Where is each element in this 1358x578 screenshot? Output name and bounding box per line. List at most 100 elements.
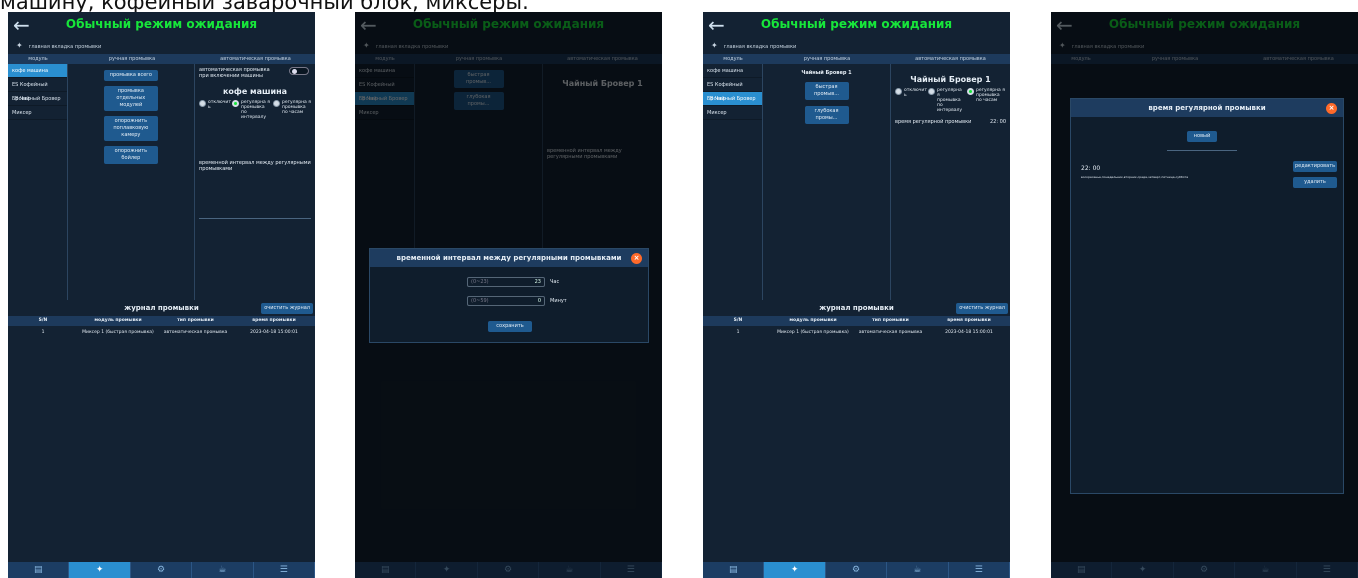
module-item[interactable]: ES Кофейный Бровер (703, 78, 762, 102)
interval-label[interactable]: временной интервал между регулярными про… (199, 160, 311, 172)
clear-journal-button[interactable]: очистить журнал (261, 303, 313, 314)
radio-off[interactable]: отключит ь (895, 88, 927, 113)
hours-input[interactable]: (0~23) 23 (467, 277, 545, 287)
nav-rinse-icon[interactable]: ✦ (416, 562, 478, 578)
nav-menu-icon[interactable]: ☰ (254, 562, 315, 578)
nav-tools-icon[interactable]: ⚙ (478, 562, 540, 578)
col-manual: ручная промывка (803, 56, 851, 62)
breadcrumb-label: главная вкладка промывки (723, 44, 797, 50)
journal-title: журнал промывки (124, 304, 199, 312)
nav-cup-icon[interactable]: ☕ (192, 562, 254, 578)
edit-button[interactable]: редактировать (1293, 161, 1337, 172)
nav-menu-icon[interactable]: ☰ (601, 562, 662, 578)
th-sn: S/N (38, 318, 48, 323)
empty-float-chamber-button[interactable]: опорожнить поплавковую камеру (103, 116, 158, 141)
nav-rinse-icon[interactable]: ✦ (1112, 562, 1174, 578)
deep-rinse-button[interactable]: глубокая промы... (804, 106, 849, 124)
regular-time-value: 22: 00 (990, 119, 1006, 125)
th-time: время промывки (252, 318, 296, 323)
nav-drinks-icon[interactable]: ▤ (703, 562, 765, 578)
minutes-value: 0 (537, 298, 541, 304)
module-item[interactable]: FB Чайный Бровер (8, 92, 67, 106)
screen-interval-dialog: ←Обычный режим ожидания ✦главная вкладка… (355, 12, 662, 578)
bottom-nav: ▤ ✦ ⚙ ☕ ☰ (8, 562, 315, 578)
nav-drinks-icon[interactable]: ▤ (8, 562, 70, 578)
col-auto: автоматическая промывка (220, 56, 291, 62)
rinse-modules-button[interactable]: промывка отдельных модулей (103, 86, 158, 111)
save-button[interactable]: сохранить (488, 321, 532, 332)
radio-hours[interactable]: регулярна я промывка по часам (967, 88, 1005, 113)
minutes-hint: (0~59) (471, 298, 489, 304)
th-time: время промывки (947, 318, 991, 323)
nav-tools-icon[interactable]: ⚙ (131, 562, 193, 578)
radio-interval[interactable]: регулярна я промывка по интервалу (928, 88, 964, 113)
module-title: кофе машина (222, 87, 288, 96)
new-button[interactable]: новый (1187, 131, 1217, 142)
cell-sn: 1 (736, 330, 740, 335)
radio-off[interactable]: отключит ь (199, 100, 231, 120)
journal: журнал промывки очистить журнал S/N модуль… (8, 300, 315, 340)
radio-label: регулярна я промывка по интервалу (241, 100, 270, 120)
days-value: воскресенье,понедельник,вторник,среда,че… (1081, 175, 1189, 179)
minutes-input[interactable]: (0~59) 0 (467, 296, 545, 306)
journal-title: журнал промывки (819, 304, 894, 312)
close-icon[interactable]: × (631, 253, 642, 264)
module-item[interactable]: кофе машина (703, 64, 762, 78)
th-module: модуль промывки (94, 318, 142, 323)
close-icon[interactable]: × (1326, 103, 1337, 114)
nav-rinse-icon[interactable]: ✦ (69, 562, 131, 578)
rinse-icon: ✦ (711, 41, 718, 50)
regular-time-row[interactable]: время регулярной промывки 22: 00 (895, 119, 1006, 125)
empty-boiler-button[interactable]: опорожнить бойлер (103, 146, 158, 164)
divider (199, 218, 311, 219)
page-title: Обычный режим ожидания (65, 17, 258, 31)
clear-journal-button[interactable]: очистить журнал (956, 303, 1008, 314)
hours-hint: (0~23) (471, 279, 489, 285)
radio-interval[interactable]: регулярна я промывка по интервалу (232, 100, 270, 120)
nav-menu-icon[interactable]: ☰ (949, 562, 1010, 578)
cell-time: 2023-04-18 15:00:01 (250, 330, 298, 335)
nav-tools-icon[interactable]: ⚙ (826, 562, 888, 578)
nav-menu-icon[interactable]: ☰ (1297, 562, 1358, 578)
module-item[interactable]: Миксер (703, 106, 762, 120)
nav-drinks-icon[interactable]: ▤ (1051, 562, 1113, 578)
screen-tea-brewer: ← Обычный режим ожидания ✦ главная вкладка… (703, 12, 1010, 578)
module-item[interactable]: Миксер (8, 106, 67, 120)
col-auto: автоматическая промывка (915, 56, 986, 62)
time-value: 22: 00 (1081, 165, 1101, 172)
module-item[interactable]: FB Чайный Бровер (703, 92, 762, 106)
nav-cup-icon[interactable]: ☕ (539, 562, 601, 578)
page-title: Обычный режим ожидания (760, 17, 953, 31)
radio-hours[interactable]: регулярна я промывка по часам (273, 100, 311, 120)
nav-cup-icon[interactable]: ☕ (1235, 562, 1297, 578)
col-module: модуль (28, 56, 48, 62)
delete-button[interactable]: удалить (1293, 177, 1337, 188)
radio-label: регулярна я промывка по интервалу (937, 88, 963, 113)
rinse-all-button[interactable]: промывка всего (103, 70, 158, 81)
module-name: Чайный Бровер 1 (801, 70, 852, 76)
nav-cup-icon[interactable]: ☕ (887, 562, 949, 578)
regular-time-label: время регулярной промывки (895, 119, 972, 125)
auto-panel: автоматическая промывка при включении ма… (195, 64, 315, 300)
cell-time: 2023-04-18 15:00:01 (945, 330, 993, 335)
nav-drinks-icon[interactable]: ▤ (355, 562, 417, 578)
module-list: кофе машина ES Кофейный Бровер FB Чайный… (8, 64, 68, 300)
hours-unit: Час (550, 279, 560, 285)
screen-time-dialog: ←Обычный режим ожидания ✦главная вкладка… (1051, 12, 1358, 578)
breadcrumb: ✦ главная вкладка промывки (8, 38, 315, 54)
quick-rinse-button[interactable]: быстрая промыв... (804, 82, 849, 100)
nav-rinse-icon[interactable]: ✦ (764, 562, 826, 578)
nav-tools-icon[interactable]: ⚙ (1174, 562, 1236, 578)
cell-sn: 1 (41, 330, 45, 335)
module-item[interactable]: ES Кофейный Бровер (8, 78, 67, 102)
divider (1167, 150, 1237, 151)
cell-module: Миксер 1 (быстрая промывка) (777, 330, 849, 335)
auto-on-start-toggle[interactable] (289, 67, 309, 75)
dialog-title: время регулярной промывки (1148, 104, 1266, 112)
breadcrumb-label: главная вкладка промывки (28, 44, 102, 50)
col-module: модуль (723, 56, 743, 62)
th-sn: S/N (733, 318, 743, 323)
radio-label: отключит ь (904, 88, 927, 98)
module-item[interactable]: кофе машина (8, 64, 67, 78)
auto-on-start-label: автоматическая промывка при включении ма… (199, 67, 270, 79)
